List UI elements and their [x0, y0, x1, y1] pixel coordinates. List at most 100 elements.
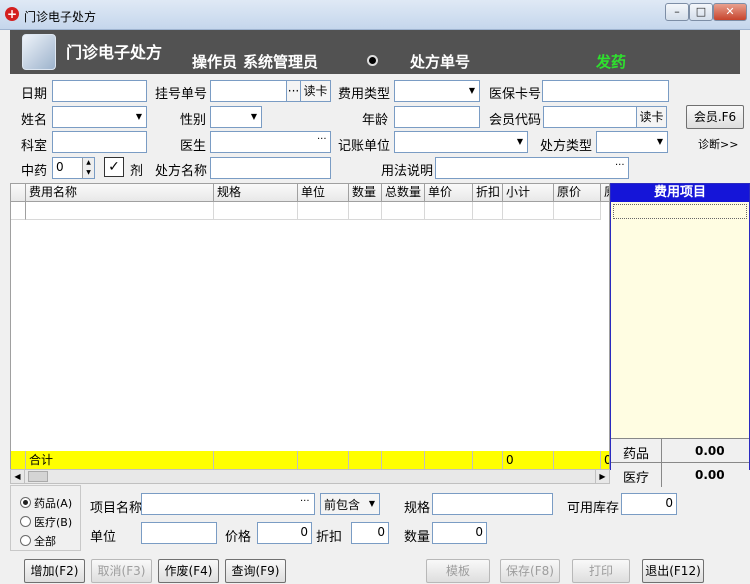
radio-medical-label[interactable]: 医疗(B): [34, 514, 72, 530]
age-field[interactable]: [394, 106, 480, 128]
dose-checkbox[interactable]: ✓: [104, 157, 124, 177]
grid-cell[interactable]: [349, 202, 382, 220]
radio-drugs[interactable]: [20, 497, 31, 508]
grid-cell[interactable]: [214, 202, 298, 220]
fee-type-select[interactable]: [394, 80, 480, 102]
rx-name-label: 处方名称: [155, 164, 208, 179]
price-field[interactable]: 0: [257, 522, 312, 544]
spinner-arrows-icon[interactable]: ▲ ▼: [82, 158, 94, 178]
reg-no-read-card-button[interactable]: 读卡: [300, 81, 330, 101]
item-name-ellipsis-button[interactable]: ···: [300, 496, 310, 507]
member-code-label: 会员代码: [489, 113, 542, 128]
col-header-subtotal[interactable]: 小计: [503, 184, 554, 202]
col-header-spec[interactable]: 规格: [214, 184, 298, 202]
doctor-ellipsis-button[interactable]: ···: [317, 134, 327, 145]
print-button[interactable]: 打印: [572, 559, 630, 583]
col-header-original-cut[interactable]: 原: [601, 184, 609, 202]
grid-horizontal-scrollbar[interactable]: ◀ ▶: [10, 469, 610, 484]
member-read-card-button[interactable]: 读卡: [636, 107, 666, 127]
col-header-unit[interactable]: 单位: [298, 184, 349, 202]
grid-cell[interactable]: [473, 202, 503, 220]
stock-field[interactable]: 0: [621, 493, 677, 515]
col-header-name[interactable]: 费用名称: [26, 184, 214, 202]
radio-all-label[interactable]: 全部: [34, 533, 56, 549]
add-button[interactable]: 增加(F2): [24, 559, 85, 583]
member-code-field[interactable]: 读卡: [543, 106, 667, 128]
unit-label: 单位: [90, 530, 117, 545]
quantity-field[interactable]: 0: [432, 522, 487, 544]
col-header-original-price[interactable]: 原价: [554, 184, 601, 202]
billing-unit-select[interactable]: [394, 131, 528, 153]
page-title: 门诊电子处方: [66, 43, 163, 62]
spec-label: 规格: [404, 501, 431, 516]
radio-medical[interactable]: [20, 516, 31, 527]
scrollbar-thumb[interactable]: [28, 471, 48, 482]
grid-cell[interactable]: [425, 202, 473, 220]
usage-ellipsis-button[interactable]: ···: [615, 160, 625, 171]
col-header-discount[interactable]: 折扣: [473, 184, 503, 202]
discount-field[interactable]: 0: [351, 522, 389, 544]
rx-name-field[interactable]: [210, 157, 331, 179]
void-button[interactable]: 作废(F4): [158, 559, 219, 583]
reg-no-label: 挂号单号: [155, 87, 208, 102]
window-title: 门诊电子处方: [24, 10, 97, 24]
save-button[interactable]: 保存(F8): [500, 559, 560, 583]
date-label: 日期: [21, 87, 48, 102]
dose-label: 剂: [130, 164, 144, 179]
total-original: 0: [601, 451, 609, 469]
doctor-label: 医生: [180, 139, 207, 154]
spec-field[interactable]: [432, 493, 553, 515]
reg-no-field[interactable]: ··· 读卡: [210, 80, 331, 102]
herbal-count-value: 0: [56, 160, 64, 174]
dept-field[interactable]: [52, 131, 147, 153]
total-cell: [214, 451, 298, 469]
name-select[interactable]: [52, 106, 147, 128]
medical-total-row: 医疗 0.00: [611, 462, 749, 487]
item-name-field[interactable]: ···: [141, 493, 315, 515]
insurance-card-label: 医保卡号: [489, 87, 542, 102]
date-field[interactable]: [52, 80, 147, 102]
diagnosis-link[interactable]: 诊断>>: [698, 136, 738, 152]
scroll-left-icon[interactable]: ◀: [11, 470, 25, 483]
window-titlebar: + 门诊电子处方 – □ ✕: [0, 0, 750, 30]
fee-items-selected-row[interactable]: [613, 204, 747, 219]
scroll-right-icon[interactable]: ▶: [595, 470, 609, 483]
col-header-total-qty[interactable]: 总数量: [382, 184, 425, 202]
minimize-button[interactable]: –: [665, 3, 689, 21]
template-button[interactable]: 模板: [426, 559, 490, 583]
rx-type-select[interactable]: [596, 131, 668, 153]
match-mode-select[interactable]: 前包含: [320, 493, 380, 515]
close-button[interactable]: ✕: [713, 3, 747, 21]
unit-field[interactable]: [141, 522, 217, 544]
insurance-card-field[interactable]: [542, 80, 669, 102]
grid-cell[interactable]: [298, 202, 349, 220]
usage-field[interactable]: ···: [435, 157, 629, 179]
app-cross-icon: +: [5, 7, 19, 21]
query-button[interactable]: 查询(F9): [225, 559, 286, 583]
row-indicator: [11, 202, 26, 220]
folder-icon: [22, 34, 56, 70]
grid-cell[interactable]: [26, 202, 214, 220]
grid-cell[interactable]: [503, 202, 554, 220]
total-cell: [425, 451, 473, 469]
gender-label: 性别: [180, 113, 207, 128]
reg-no-ellipsis-button[interactable]: ···: [286, 81, 300, 101]
row-indicator-header: [11, 184, 26, 202]
exit-button[interactable]: 退出(F12): [642, 559, 704, 583]
herbal-count-stepper[interactable]: 0 ▲ ▼: [52, 157, 95, 179]
grid-cell[interactable]: [554, 202, 601, 220]
doctor-field[interactable]: ···: [210, 131, 331, 153]
col-header-unit-price[interactable]: 单价: [425, 184, 473, 202]
maximize-button[interactable]: □: [689, 3, 713, 21]
quantity-label: 数量: [404, 530, 431, 545]
member-f6-button[interactable]: 会员.F6: [686, 105, 744, 129]
drug-total-value: 0.00: [695, 444, 725, 458]
usage-label: 用法说明: [381, 164, 434, 179]
cancel-button[interactable]: 取消(F3): [91, 559, 152, 583]
gender-select[interactable]: [210, 106, 262, 128]
radio-drugs-label[interactable]: 药品(A): [34, 495, 72, 511]
col-header-qty[interactable]: 数量: [349, 184, 382, 202]
radio-all[interactable]: [20, 535, 31, 546]
prescription-grid[interactable]: 费用名称 规格 单位 数量 总数量 单价 折扣 小计 原价 原 合计 0 0: [10, 183, 610, 470]
grid-cell[interactable]: [382, 202, 425, 220]
